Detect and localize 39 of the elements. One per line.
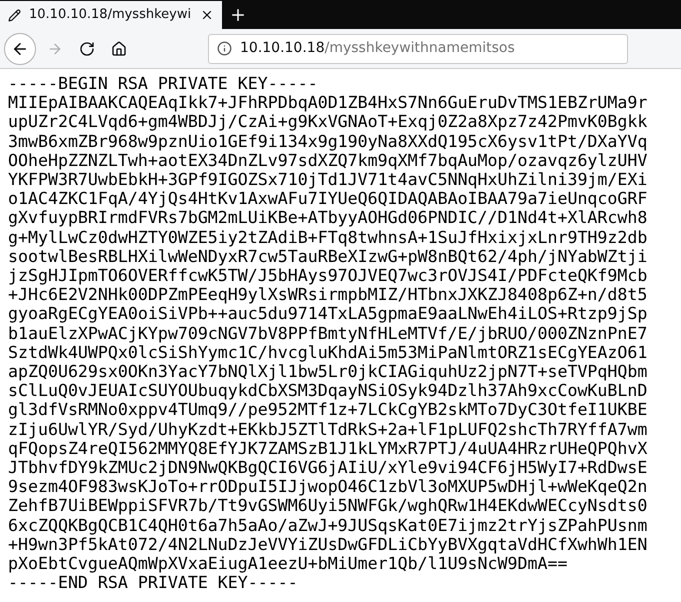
- key-text-line: sootwlBesRBLHXilwWeNDyxR7cw5TauRBeXIzwG+pW8nBQt62/4ph/jNYabWZtji: [8, 246, 648, 266]
- key-text-line: g+MylLwCz0dwHZTY0WZE5iy2tZAdiB+FTq8twhnsA+1SuJfHxixjxLnr9TH9z2db: [8, 228, 648, 247]
- address-bar[interactable]: 10.10.10.18/mysshkeywithnamemitsos: [208, 34, 628, 64]
- key-text-line: apZQ0U629sx0OKn3YacY7bNQlXjl1bw5Lr0jkCIAGiquhUz2jpN7T+seTVPqHQbm: [8, 362, 648, 382]
- key-text-line: gyoaRgECgYEA0oiSiVPb++auc5du9714TxLA5gpmaE9aaLNwEh4iLOS+Rtzp9jSp: [8, 304, 648, 324]
- close-icon[interactable]: [200, 8, 214, 22]
- key-text-line: 9sezm4OF983wsKJoTo+rrODpuI5IJjwopO46C1zbVl3oMXUP5wDHjl+wWeKqeQ2n: [8, 477, 648, 496]
- tab-title: 10.10.10.18/mysshkeywi: [29, 6, 192, 24]
- reload-icon: [79, 40, 95, 56]
- browser-tab[interactable]: 10.10.10.18/mysshkeywi: [0, 1, 222, 29]
- key-text-line: JTbhvfDY9kZMUc2jDN9NwQKBgQCI6VG6jAIiU/xYle9vi94CF6jH5WyI7+RdDwsE: [8, 458, 648, 478]
- key-text-line: -----END RSA PRIVATE KEY-----: [8, 573, 299, 592]
- key-text-line: 3mwB6xmZBr968w9pznUio1GEf9i134x9g190yNa8XXdQ195cX6ysv1tPt/DXaYVq: [8, 132, 648, 151]
- key-text-line: +JHc6E2V2NHk00DPZmPEeqH9ylXsWRsirmpbMIZ/HTbnxJXKZJ8408p6Z+n/d8t5: [8, 285, 648, 304]
- new-tab-icon[interactable]: [229, 6, 247, 24]
- key-text-line: gXvfuypBRIrmdFVRs7bGM2mLUiKBe+ATbyyAOHGd06PNDIC//D1Nd4t+XlARcwh8: [8, 208, 648, 228]
- forward-arrow-icon: [47, 40, 63, 56]
- back-button[interactable]: [4, 32, 36, 64]
- key-text-line: pXoEbtCvgueAQmWpXVxaEiugA1eezU+bMiUmer1Qb/l1U9sNcW9DmA==: [8, 554, 568, 574]
- key-text-line: zIju6UwlYR/Syd/UhyKzdt+EKkbJ5ZTlTdRkS+2a+lF1pLUFQ2shcTh7RYffA7wm: [8, 420, 648, 439]
- pencil-icon: [8, 8, 21, 22]
- key-text-line: qFQopsZ4reQI562MMYQ8EfYJK7ZAMSzB1J1kLYMxR7PTJ/4uUA4HRzrUHeQPQhvX: [8, 438, 648, 458]
- key-text-line: o1AC4ZKC1FqA/4YjQs4HtKv1AxwAFu7IYUeQ6QIDAQABAoIBAA79a7ieUnqcoGRF: [8, 189, 648, 208]
- home-icon: [111, 40, 127, 56]
- key-text-line: upUZr2C4LVqd6+gm4WBDJj/CzAi+g9KxVGNAoT+Exqj0Z2a8Xpz7z42PmvK0Bgkk: [8, 112, 648, 132]
- key-text-line: ZehfB7UiBEWppiSFVR7b/Tt9vGSWM6Uyi5NWFGk/wghQRw1H4EKdwWECcyNsdts0: [8, 496, 648, 516]
- key-text-line: OOheHpZZNZLTwh+aotEX34DnZLv97sdXZQ7km9qXMf7bqAuMop/ozavqz6ylzUHV: [8, 150, 648, 170]
- key-text-line: YKFPW3R7UwbEbkH+3GPf9IGOZSx710jTd1JV71t4avC5NNqHxUhZilni39jm/EXi: [8, 170, 648, 190]
- key-text-line: SztdWk4UWPQx0lcSiShYymc1C/hvcgluKhdAi5m53MiPaNlmtORZ1sECgYEAzO61: [8, 342, 648, 362]
- key-text-line: MIIEpAIBAAKCAQEAqIkk7+JFhRPDbqA0D1ZB4HxS7Nn6GuEruDvTMS1EBZrUMa9r: [8, 93, 648, 112]
- key-text-line: 6xcZQQKBgQCB1C4QH0t6a7h5aAo/aZwJ+9JUSqsKat0E7ijmz2trYjsZPahPUsnm: [8, 516, 648, 535]
- key-text-line: b1auElzXPwACjKYpw709cNGV7bV8PPfBmtyNfHLeMTVf/E/jbRUO/000ZNznPnE7: [8, 324, 648, 343]
- url-text: 10.10.10.18/mysshkeywithnamemitsos: [240, 39, 515, 58]
- key-text-line: +H9wn3Pf5kAt072/4N2LNuDzJeVVYiZUsDwGFDLiCbYyBVXgqtaVdHCfXwhWh1EN: [8, 534, 648, 554]
- key-text-line: sClLuQ0vJEUAIcSUYOUbuqykdCbXSM3DqayNSiOSyk94Dzlh37Ah9xcCowKuBLnD: [8, 381, 648, 400]
- key-text-line: gl3dfVsRMNo0xppv4TUmq9//pe952MTf1z+7LCkCgYB2skMTo7DyC3OtfeI1UKBE: [8, 400, 648, 420]
- key-text-line: jzSgHJIpmTO6OVERffcwK5TW/J5bHAys97OJVEQ7wc3rOVJS4I/PDFcteQKf9Mcb: [8, 266, 648, 286]
- info-icon: [217, 41, 232, 56]
- key-text-line: -----BEGIN RSA PRIVATE KEY-----: [8, 74, 319, 94]
